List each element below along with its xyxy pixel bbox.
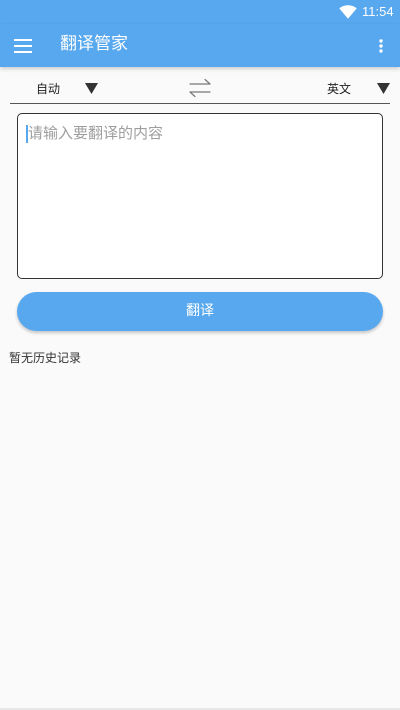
app-title: 翻译管家 bbox=[60, 34, 128, 54]
translate-screen: 11:54 翻译管家 自动 英文 请输入要翻译的内容 翻译 暂无历史记录 bbox=[0, 0, 400, 710]
target-language-label: 英文 bbox=[327, 82, 352, 96]
app-bar: 翻译管家 bbox=[0, 24, 400, 67]
source-language-dropdown[interactable]: 自动 bbox=[10, 74, 102, 103]
translate-button[interactable]: 翻译 bbox=[17, 292, 383, 331]
hamburger-menu-icon[interactable] bbox=[10, 33, 36, 59]
translation-input[interactable] bbox=[18, 114, 382, 278]
status-bar: 11:54 bbox=[0, 0, 400, 24]
status-time: 11:54 bbox=[362, 4, 394, 19]
translation-input-box bbox=[17, 113, 383, 279]
dropdown-triangle-icon bbox=[377, 83, 390, 94]
history-empty-text: 暂无历史记录 bbox=[9, 351, 82, 365]
swap-arrows-icon[interactable] bbox=[188, 78, 212, 98]
dropdown-triangle-icon bbox=[85, 83, 98, 94]
more-vert-icon[interactable] bbox=[370, 33, 392, 59]
wifi-icon bbox=[339, 5, 357, 19]
target-language-dropdown[interactable]: 英文 bbox=[298, 74, 390, 103]
language-selector-row: 自动 英文 bbox=[10, 74, 390, 104]
source-language-label: 自动 bbox=[36, 82, 61, 96]
